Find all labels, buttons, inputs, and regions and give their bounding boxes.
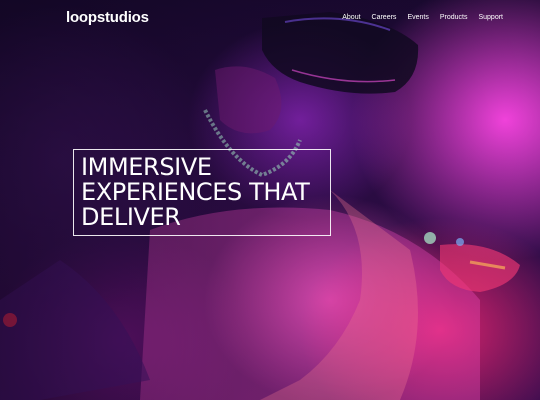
headline-line-1: IMMERSIVE: [81, 153, 212, 181]
nav-link-about[interactable]: About: [342, 13, 360, 23]
nav-link-events[interactable]: Events: [407, 13, 428, 23]
headline-line-3: DELIVER: [81, 203, 181, 231]
headline-box: IMMERSIVE EXPERIENCES THAT DELIVER: [73, 149, 331, 236]
nav-link-products[interactable]: Products: [440, 13, 468, 23]
nav-link-support[interactable]: Support: [478, 13, 503, 23]
main-nav: About Careers Events Products Support: [342, 13, 503, 23]
hero-headline: IMMERSIVE EXPERIENCES THAT DELIVER: [81, 155, 324, 230]
hero-section: loopstudios About Careers Events Product…: [0, 0, 540, 400]
headline-line-2: EXPERIENCES THAT: [81, 178, 310, 206]
nav-link-careers[interactable]: Careers: [372, 13, 397, 23]
logo[interactable]: loopstudios: [66, 9, 149, 26]
